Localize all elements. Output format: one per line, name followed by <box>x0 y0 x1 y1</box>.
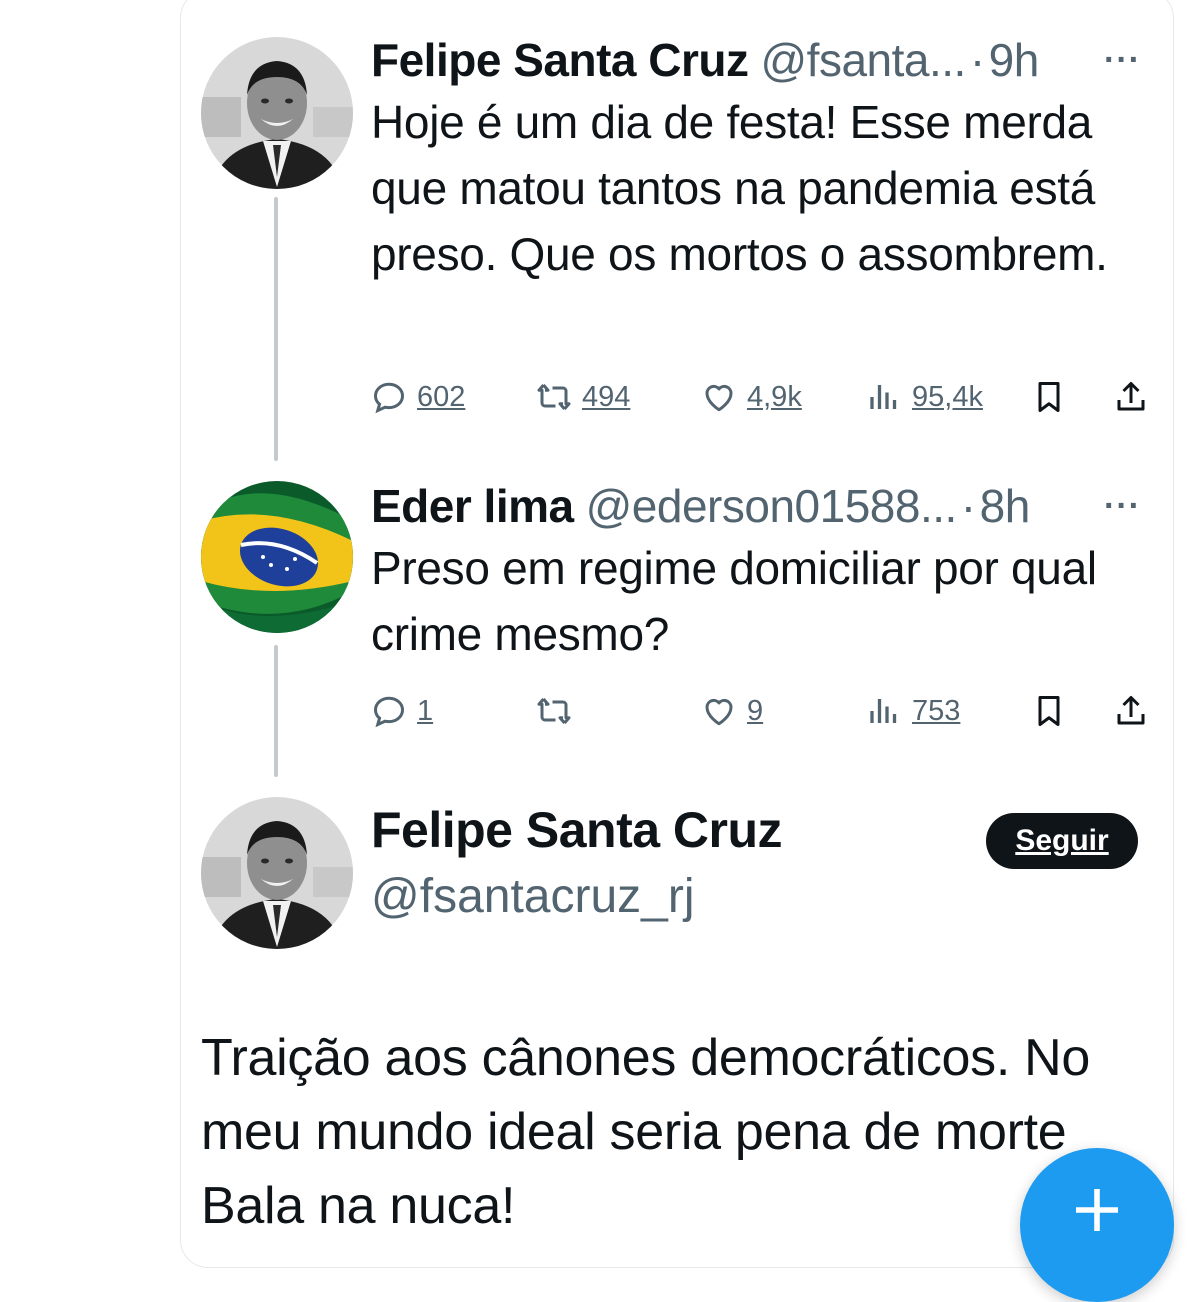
tweet-actions: 602 494 4,9k 95,4k <box>371 379 1161 427</box>
tweet-header: Eder lima @ederson01588... · 8h <box>371 479 1030 533</box>
bookmark-icon <box>1038 696 1060 726</box>
retweet-button[interactable] <box>536 693 582 729</box>
share-button[interactable] <box>1113 693 1149 729</box>
compose-button[interactable] <box>1020 1148 1174 1302</box>
like-button[interactable]: 9 <box>701 693 763 729</box>
reply-icon <box>373 382 405 414</box>
more-icon[interactable]: ··· <box>1104 41 1141 80</box>
views-button[interactable]: 753 <box>866 693 960 729</box>
retweet-button[interactable]: 494 <box>536 379 630 415</box>
tweet-actions: 1 9 753 <box>371 693 1161 741</box>
tweet-text: Preso em regime domiciliar por qual crim… <box>371 542 1097 660</box>
main-author-handle[interactable]: @fsantacruz_rj <box>371 869 695 924</box>
plus-icon <box>1076 1189 1118 1231</box>
bookmark-button[interactable] <box>1031 693 1067 729</box>
tweet-text: Hoje é um dia de festa! Esse merda que m… <box>371 96 1108 280</box>
main-tweet-line: Traição aos cânones democráticos. No <box>201 1029 1091 1087</box>
bookmark-button[interactable] <box>1031 379 1067 415</box>
thread-line <box>274 645 278 777</box>
tweet-time[interactable]: 8h <box>980 479 1031 533</box>
reply-icon <box>373 696 405 728</box>
like-icon <box>705 384 733 412</box>
share-icon <box>1117 382 1145 411</box>
main-tweet-line: meu mundo ideal seria pena de morte <box>201 1103 1067 1161</box>
retweet-icon <box>537 698 571 724</box>
reply-count: 602 <box>417 380 466 413</box>
views-icon <box>870 385 897 409</box>
follow-button[interactable]: Seguir <box>986 813 1138 869</box>
views-count: 753 <box>912 694 961 727</box>
author-handle[interactable]: @ederson01588... <box>586 479 958 533</box>
tweet-header: Felipe Santa Cruz @fsanta... · 9h <box>371 33 1039 87</box>
reply-count: 1 <box>417 694 434 727</box>
views-count: 95,4k <box>912 380 983 413</box>
avatar-felipe[interactable] <box>201 797 353 949</box>
avatar-eder[interactable] <box>201 481 353 633</box>
thread-line <box>274 197 278 461</box>
share-icon <box>1117 696 1145 725</box>
main-author-name[interactable]: Felipe Santa Cruz <box>371 801 783 859</box>
separator-dot: · <box>960 480 976 532</box>
avatar-felipe[interactable] <box>201 37 353 189</box>
reply-button[interactable]: 1 <box>371 693 433 729</box>
share-button[interactable] <box>1113 379 1149 415</box>
views-icon <box>870 699 897 723</box>
main-tweet-text: Traição aos cânones democráticos. No meu… <box>201 1021 1161 1243</box>
conversation-card: Felipe Santa Cruz @fsanta... · 9h ··· Ho… <box>180 0 1174 1268</box>
more-icon[interactable]: ··· <box>1104 487 1141 526</box>
like-button[interactable]: 4,9k <box>701 379 802 415</box>
tweet-time[interactable]: 9h <box>989 33 1040 87</box>
author-handle[interactable]: @fsanta... <box>760 33 966 87</box>
main-tweet-line: Bala na nuca! <box>201 1177 516 1235</box>
separator-dot: · <box>969 34 985 86</box>
reply-button[interactable]: 602 <box>371 379 465 415</box>
retweet-icon <box>537 384 571 410</box>
like-count: 9 <box>747 694 764 727</box>
retweet-count: 494 <box>582 380 631 413</box>
author-name[interactable]: Eder lima <box>371 479 574 533</box>
like-icon <box>705 698 733 726</box>
like-count: 4,9k <box>747 380 802 413</box>
views-button[interactable]: 95,4k <box>866 379 983 415</box>
author-name[interactable]: Felipe Santa Cruz <box>371 33 749 87</box>
bookmark-icon <box>1038 382 1060 412</box>
